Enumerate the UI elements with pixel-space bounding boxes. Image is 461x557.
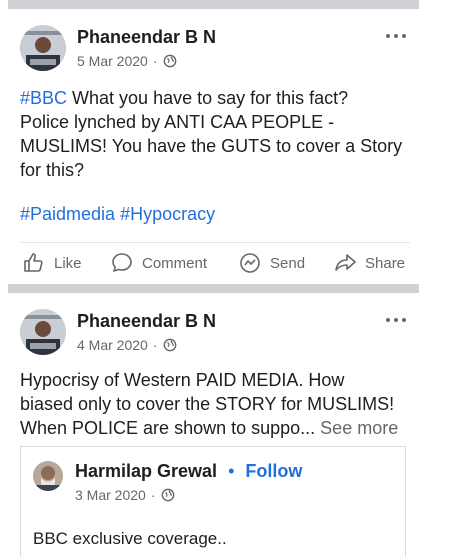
like-label: Like [54,254,82,272]
like-button[interactable]: Like [22,251,82,275]
post-meta: 5 Mar 2020 · [77,53,177,69]
share-label: Share [365,254,406,272]
feed-separator [8,284,419,293]
like-icon [24,253,43,272]
globe-icon [161,488,174,502]
comment-label: Comment [142,254,208,272]
post-hashtags: #Paidmedia #Hypocracy [20,202,420,226]
separator-dot: · [150,487,156,503]
shared-header: Harmilap Grewal • Follow [75,461,302,482]
more-icon[interactable] [386,315,406,325]
feed-separator [8,0,419,9]
post-card: Phaneendar B N 4 Mar 2020 · Hypocrisy of… [0,293,461,557]
post-text-line: biased only to cover the STORY for MUSLI… [20,394,395,414]
share-icon [335,254,356,271]
post-text-line: #BBC What you have to say for this fact? [20,88,349,108]
post-text: Hypocrisy of Western PAID MEDIA. How bia… [20,368,420,440]
separator-dot: · [152,337,158,353]
shared-post-meta: 3 Mar 2020 · [75,487,175,503]
shared-post-date[interactable]: 3 Mar 2020 [75,487,146,503]
send-button[interactable]: Send [238,251,305,275]
avatar[interactable] [20,309,66,355]
shared-post-text: BBC exclusive coverage.. [33,529,227,548]
globe-icon [163,54,176,68]
post-meta: 4 Mar 2020 · [77,337,177,353]
hashtag-link[interactable]: #BBC [20,88,67,108]
avatar[interactable] [33,461,63,491]
post-card: Phaneendar B N 5 Mar 2020 · #BBC What yo… [0,9,461,284]
send-label: Send [270,254,306,272]
globe-icon [163,338,176,352]
separator-dot: • [228,461,235,481]
hashtag-link[interactable]: #Hypocracy [120,204,215,224]
author-name[interactable]: Phaneendar B N [77,27,216,48]
see-more-link[interactable]: See more [320,418,398,438]
send-icon [240,253,260,273]
more-icon[interactable] [386,31,406,41]
post-date[interactable]: 5 Mar 2020 [77,53,148,69]
separator-dot: · [152,53,158,69]
hashtag-link[interactable]: #Paidmedia [20,204,115,224]
post-text-line: Police lynched by ANTI CAA PEOPLE - [20,112,335,132]
comment-icon [112,253,132,272]
post-text-line: When POLICE are shown to suppo... See mo… [20,418,399,438]
post-text-line: for this? [20,160,85,180]
post-actions: Like Comment Send Share [20,242,410,279]
follow-button[interactable]: Follow [245,461,302,481]
post-text: #BBC What you have to say for this fact?… [20,86,420,182]
shared-author-name[interactable]: Harmilap Grewal [75,461,217,481]
author-name[interactable]: Phaneendar B N [77,311,216,332]
share-button[interactable]: Share [333,251,405,275]
comment-button[interactable]: Comment [110,251,207,275]
post-text-line: Hypocrisy of Western PAID MEDIA. How [20,370,345,390]
post-text-line: MUSLIMS! You have the GUTS to cover a St… [20,136,403,156]
avatar[interactable] [20,25,66,71]
post-date[interactable]: 4 Mar 2020 [77,337,148,353]
shared-post[interactable]: Harmilap Grewal • Follow 3 Mar 2020 · BB… [20,446,406,557]
